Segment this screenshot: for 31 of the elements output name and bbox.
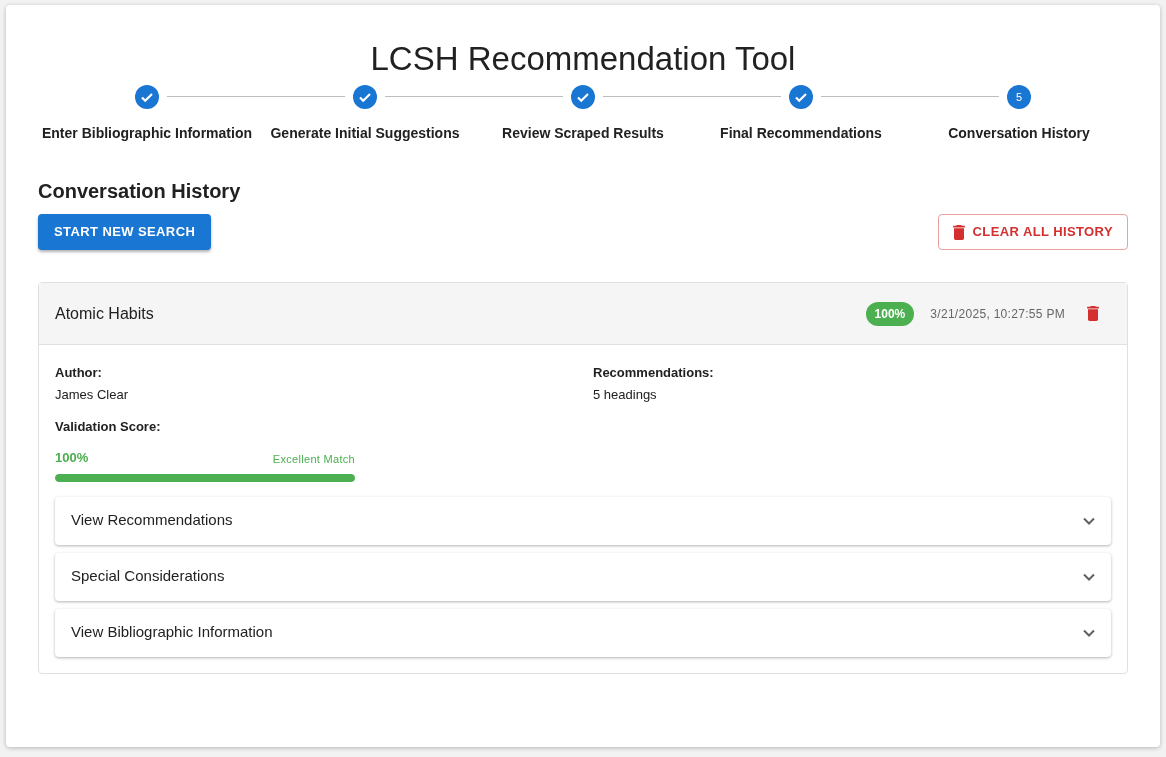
accordion-header[interactable]: Special Considerations [55,552,1111,601]
score-badge: 100% [865,301,915,326]
trash-icon [1087,306,1099,321]
field-label: Validation Score: [55,418,162,436]
accordion-title: Special Considerations [71,566,225,587]
field-label: Author: [55,364,103,382]
step-label: Review Scraped Results [502,124,664,143]
accordion-title: View Bibliographic Information [71,622,273,643]
match-rating: Excellent Match [272,452,355,467]
step-label: Final Recommendations [720,124,882,143]
chevron-icon [1083,516,1095,525]
field-label: Recommendations: [593,364,715,382]
chevron-icon [1083,628,1095,637]
timestamp: 3/21/2025, 10:27:55 PM [930,305,1065,323]
field-value: 5 headings [593,386,658,404]
trash-icon [952,224,965,240]
step-number: 5 [1007,85,1031,109]
accordion-header[interactable]: View Recommendations [55,496,1111,545]
step-label: Enter Bibliographic Information [42,124,252,143]
start-new-search-button[interactable]: START NEW SEARCH [38,214,212,250]
chevron-icon [1083,572,1095,581]
step-label: Generate Initial Suggestions [270,124,460,143]
step-label: Conversation History [948,124,1090,143]
history-title: Atomic Habits [55,303,155,324]
score-reading: 100% [55,449,89,467]
field-value: James Clear [55,386,129,404]
page-title: LCSH Recommendation Tool [369,39,797,79]
clear-all-history-button[interactable]: CLEAR ALL HISTORY [937,214,1128,250]
section-heading: Conversation History [38,179,242,203]
accordion-title: View Recommendations [71,510,233,531]
accordion-header[interactable]: View Bibliographic Information [55,608,1111,657]
